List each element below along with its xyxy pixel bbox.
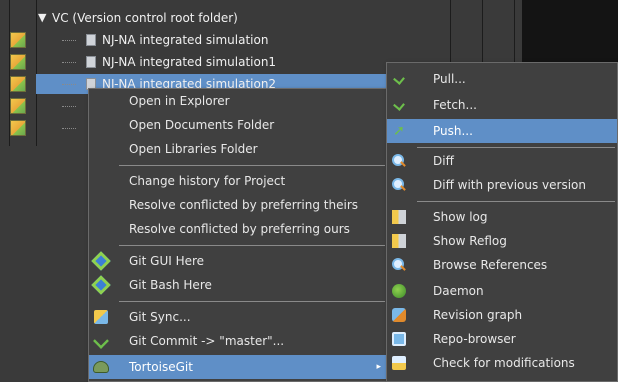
menu-item-label: Show Reflog xyxy=(433,234,507,248)
git-commit-icon xyxy=(93,333,109,349)
menu-item-tortoisegit[interactable]: TortoiseGit ▸ xyxy=(89,355,387,379)
menu-item-label: TortoiseGit xyxy=(129,360,193,374)
submenu-item-push[interactable]: ➚ Push... xyxy=(387,119,617,143)
folder-status-icon xyxy=(10,76,26,92)
daemon-icon xyxy=(391,283,407,299)
submenu-item-diff-previous[interactable]: Diff with previous version xyxy=(387,173,617,197)
tree-connector xyxy=(62,84,76,85)
check-modifications-icon xyxy=(391,355,407,371)
menu-item-change-history[interactable]: Change history for Project xyxy=(89,169,387,193)
diff-icon xyxy=(391,153,407,169)
menu-item-label: Revision graph xyxy=(433,308,523,322)
tree-connector xyxy=(62,62,76,63)
menu-separator xyxy=(417,201,615,202)
menu-separator xyxy=(417,147,615,148)
menu-item-git-bash-here[interactable]: Git Bash Here xyxy=(89,273,387,297)
folder-status-icon xyxy=(10,32,26,48)
push-icon: ➚ xyxy=(393,123,405,139)
tree-row-label: NJ-NA integrated simulation1 xyxy=(102,55,277,69)
tree-root-row[interactable]: ▼ VC (Version control root folder) xyxy=(0,8,515,28)
git-gui-icon xyxy=(91,251,111,271)
show-reflog-icon xyxy=(391,233,407,249)
document-icon xyxy=(86,34,96,46)
menu-item-label: Git Commit -> "master"... xyxy=(129,334,285,348)
tree-connector xyxy=(62,128,76,129)
repo-browser-icon xyxy=(391,331,407,347)
menu-item-label: Pull... xyxy=(433,72,466,86)
tortoisegit-submenu: Pull... Fetch... ➚ Push... Diff Diff wit… xyxy=(386,62,618,382)
submenu-item-show-log[interactable]: Show log xyxy=(387,205,617,229)
submenu-item-diff[interactable]: Diff xyxy=(387,149,617,173)
menu-item-label: Check for modifications xyxy=(433,356,575,370)
submenu-item-fetch[interactable]: Fetch... xyxy=(387,93,617,117)
menu-item-label: Diff with previous version xyxy=(433,178,586,192)
git-bash-icon xyxy=(91,275,111,295)
menu-item-git-commit[interactable]: Git Commit -> "master"... xyxy=(89,329,387,353)
revision-graph-icon xyxy=(391,307,407,323)
show-log-icon xyxy=(391,209,407,225)
submenu-item-show-reflog[interactable]: Show Reflog xyxy=(387,229,617,253)
menu-item-label: Git Bash Here xyxy=(129,278,212,292)
submenu-item-browse-references[interactable]: Browse References xyxy=(387,253,617,277)
menu-item-label: Diff xyxy=(433,154,454,168)
menu-item-label: Open in Explorer xyxy=(129,94,230,108)
git-sync-icon xyxy=(93,309,109,325)
menu-item-label: Change history for Project xyxy=(129,174,286,188)
menu-item-label: Push... xyxy=(433,124,473,138)
diff-previous-icon xyxy=(391,177,407,193)
menu-item-label: Resolve conflicted by preferring theirs xyxy=(129,198,359,212)
menu-item-label: Git Sync... xyxy=(129,310,191,324)
menu-item-label: Show log xyxy=(433,210,488,224)
context-menu: Open in Explorer Open Documents Folder O… xyxy=(88,88,388,382)
menu-item-label: Open Libraries Folder xyxy=(129,142,258,156)
submenu-arrow-icon: ▸ xyxy=(376,362,381,372)
tortoisegit-icon xyxy=(93,359,109,375)
tree-root-label: VC (Version control root folder) xyxy=(52,11,238,25)
browse-references-icon xyxy=(391,257,407,273)
document-icon xyxy=(86,56,96,68)
menu-separator xyxy=(119,165,385,166)
submenu-item-pull[interactable]: Pull... xyxy=(387,67,617,91)
menu-item-label: Daemon xyxy=(433,284,484,298)
folder-status-icon xyxy=(10,54,26,70)
submenu-item-revision-graph[interactable]: Revision graph xyxy=(387,303,617,327)
menu-item-open-documents-folder[interactable]: Open Documents Folder xyxy=(89,113,387,137)
tree-row-label: NJ-NA integrated simulation xyxy=(102,33,269,47)
menu-item-label: Browse References xyxy=(433,258,548,272)
menu-item-git-sync[interactable]: Git Sync... xyxy=(89,305,387,329)
menu-separator xyxy=(119,301,385,302)
menu-item-label: Repo-browser xyxy=(433,332,516,346)
tree-connector xyxy=(62,106,76,107)
menu-item-open-in-explorer[interactable]: Open in Explorer xyxy=(89,89,387,113)
submenu-item-repo-browser[interactable]: Repo-browser xyxy=(387,327,617,351)
tree-row[interactable]: NJ-NA integrated simulation xyxy=(0,30,515,50)
menu-item-resolve-ours[interactable]: Resolve conflicted by preferring ours xyxy=(89,217,387,241)
pull-icon xyxy=(391,71,407,87)
menu-separator xyxy=(119,245,385,246)
folder-status-icon xyxy=(10,120,26,136)
folder-status-icon xyxy=(10,98,26,114)
tree-connector xyxy=(62,40,76,41)
menu-item-label: Open Documents Folder xyxy=(129,118,275,132)
menu-item-open-libraries-folder[interactable]: Open Libraries Folder xyxy=(89,137,387,161)
menu-item-label: Git GUI Here xyxy=(129,254,205,268)
triangle-down-icon[interactable]: ▼ xyxy=(38,8,46,28)
submenu-item-daemon[interactable]: Daemon xyxy=(387,279,617,303)
menu-item-git-gui-here[interactable]: Git GUI Here xyxy=(89,249,387,273)
menu-item-label: Resolve conflicted by preferring ours xyxy=(129,222,350,236)
menu-item-label: Fetch... xyxy=(433,98,477,112)
submenu-item-check-modifications[interactable]: Check for modifications xyxy=(387,351,617,375)
menu-item-resolve-theirs[interactable]: Resolve conflicted by preferring theirs xyxy=(89,193,387,217)
fetch-icon xyxy=(391,97,407,113)
